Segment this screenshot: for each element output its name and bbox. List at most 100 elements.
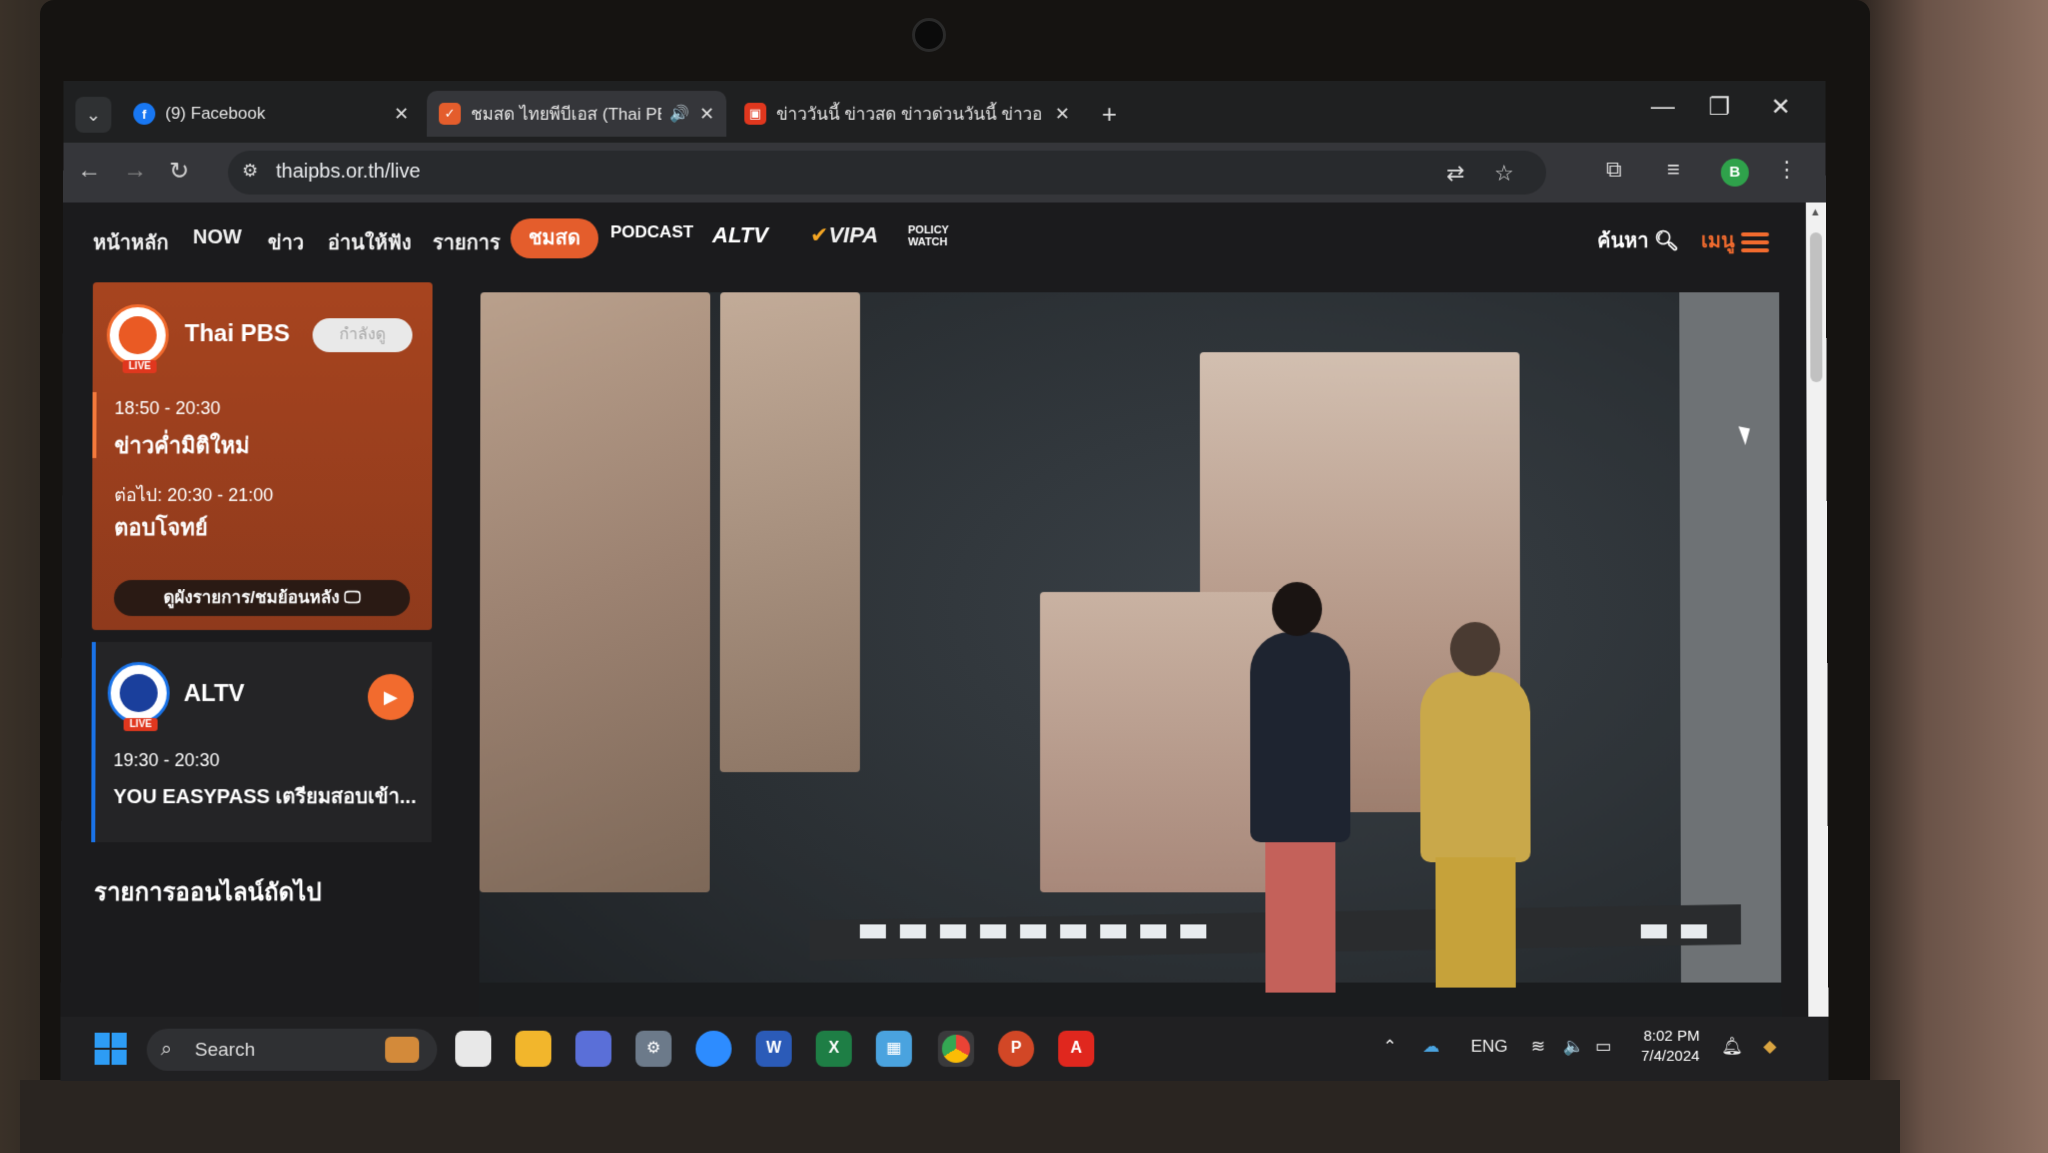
- file-explorer-icon[interactable]: [515, 1030, 552, 1067]
- video-placard: [1140, 924, 1167, 939]
- task-view-icon[interactable]: [455, 1030, 492, 1067]
- site-menu-button[interactable]: เมนู: [1701, 224, 1769, 256]
- forward-icon[interactable]: →: [123, 157, 147, 185]
- settings-icon[interactable]: ⚙: [635, 1030, 672, 1067]
- more-menu-icon[interactable]: ⋮: [1776, 157, 1798, 183]
- channel-name: ALTV: [183, 680, 245, 708]
- tab-title: ชมสด ไทยพีบีเอส (Thai PBS Li: [470, 104, 662, 124]
- zoom-icon[interactable]: [695, 1030, 732, 1067]
- volume-icon[interactable]: 🔈: [1563, 1037, 1584, 1057]
- nav-now[interactable]: NOW: [193, 226, 242, 249]
- laptop-base: [20, 1080, 1900, 1153]
- powerpoint-icon[interactable]: P: [998, 1030, 1035, 1067]
- new-tab-button[interactable]: +: [1102, 99, 1117, 130]
- acrobat-icon[interactable]: A: [1058, 1030, 1095, 1067]
- site-search-link[interactable]: ค้นหา 🔍︎: [1597, 224, 1679, 256]
- excel-icon[interactable]: X: [815, 1030, 852, 1067]
- minimize-icon[interactable]: —: [1651, 93, 1675, 121]
- page-scrollbar[interactable]: ▲ ▼: [1805, 202, 1829, 1081]
- scroll-thumb[interactable]: [1809, 232, 1823, 383]
- tab-title: ข่าววันนี้ ข่าวสด ข่าวด่วนวันนี้ ข่าวอ: [776, 104, 1043, 124]
- windows-start-icon[interactable]: [94, 1032, 127, 1065]
- video-person: [1420, 672, 1531, 863]
- vipa-logo[interactable]: ✔VIPA: [810, 222, 878, 248]
- video-placard: [899, 924, 926, 939]
- policy-watch-logo[interactable]: POLICY WATCH: [908, 224, 988, 248]
- channel-name: Thai PBS: [184, 320, 290, 348]
- video-placard: [1680, 924, 1707, 939]
- tab-news[interactable]: ▣ ข่าววันนี้ ข่าวสด ข่าวด่วนวันนี้ ข่าวอ…: [732, 91, 1081, 137]
- nav-home[interactable]: หน้าหลัก: [93, 226, 169, 258]
- tray-overflow-icon[interactable]: ⌃: [1383, 1037, 1397, 1057]
- speaker-icon[interactable]: 🔊: [669, 104, 689, 124]
- webcam: [912, 18, 946, 52]
- wifi-icon[interactable]: ≋: [1531, 1037, 1545, 1057]
- chrome-icon[interactable]: [937, 1030, 975, 1067]
- windows-taskbar: ⌕ Search ⚙ W X ▦ P A ⌃ ☁ ENG ≋ 🔈 ▭ 8:02 …: [60, 1016, 1829, 1081]
- video-placard: [1060, 924, 1087, 939]
- laptop-screen: ⌄ f (9) Facebook ✕ ✓ ชมสด ไทยพีบีเอส (Th…: [60, 80, 1829, 1081]
- close-icon[interactable]: ✕: [699, 103, 714, 124]
- video-placard: [980, 924, 1007, 939]
- video-wall: [1679, 292, 1782, 1081]
- taskbar-clock[interactable]: 8:02 PM 7/4/2024: [1641, 1027, 1700, 1067]
- search-placeholder: Search: [194, 1039, 256, 1061]
- extensions-icon[interactable]: ⧉: [1606, 157, 1622, 183]
- video-person: [1435, 857, 1516, 988]
- search-icon: 🔍︎: [1654, 230, 1680, 253]
- video-person: [1250, 632, 1351, 843]
- word-icon[interactable]: W: [755, 1030, 792, 1067]
- nav-live-button[interactable]: ชมสด: [510, 218, 599, 259]
- reload-icon[interactable]: ↻: [169, 157, 189, 186]
- restore-icon[interactable]: ❐: [1709, 93, 1731, 122]
- video-placard: [1640, 924, 1667, 939]
- copilot-icon[interactable]: ◆: [1763, 1037, 1776, 1057]
- next-time: ต่อไป: 20:30 - 21:00: [114, 485, 274, 506]
- translate-icon[interactable]: ⇄: [1446, 161, 1464, 187]
- nav-news[interactable]: ข่าว: [268, 226, 304, 258]
- now-time: 18:50 - 20:30: [114, 398, 221, 419]
- onedrive-icon[interactable]: ☁: [1423, 1037, 1440, 1057]
- tab-facebook[interactable]: f (9) Facebook ✕: [121, 91, 421, 137]
- channel-sidebar: LIVE Thai PBS กำลังดู 18:50 - 20:30 ข่าว…: [60, 272, 442, 1081]
- notification-bell-icon[interactable]: 🔔︎: [1721, 1037, 1743, 1057]
- tab-thaipbs-live[interactable]: ✓ ชมสด ไทยพีบีเอส (Thai PBS Li 🔊 ✕: [426, 90, 727, 137]
- browser-toolbar: ← → ↻ ⚙ thaipbs.or.th/live ⇄ ☆ ⧉ ≡ B ⋮: [63, 142, 1826, 203]
- podcast-logo[interactable]: PODCAST: [610, 222, 693, 242]
- site-navigation: หน้าหลัก NOW ข่าว อ่านให้ฟัง รายการ ชมสด…: [62, 202, 1807, 273]
- live-video-player[interactable]: [479, 292, 1782, 1081]
- taskbar-search[interactable]: ⌕ Search: [146, 1028, 438, 1071]
- video-placard: [1180, 924, 1207, 939]
- tab-search-button[interactable]: ⌄: [75, 96, 112, 133]
- store-icon[interactable]: [575, 1030, 612, 1067]
- schedule-button[interactable]: ดูผังรายการ/ชมย้อนหลัง 🖵: [113, 580, 410, 617]
- bookmark-star-icon[interactable]: ☆: [1494, 161, 1514, 187]
- profile-avatar[interactable]: B: [1720, 158, 1749, 187]
- site-info-icon[interactable]: ⚙: [242, 161, 258, 182]
- now-program: ข่าวค่ำมิติใหม่: [114, 433, 250, 459]
- nav-read-aloud[interactable]: อ่านให้ฟัง: [328, 226, 412, 258]
- channel-card-altv[interactable]: LIVE ALTV ▶ 19:30 - 20:30 YOU EASYPASS เ…: [91, 642, 432, 843]
- news-icon: ▣: [744, 102, 767, 125]
- video-person: [1272, 581, 1323, 637]
- upcoming-section-title: รายการออนไลน์ถัดไป: [94, 879, 322, 907]
- battery-icon[interactable]: ▭: [1595, 1037, 1611, 1057]
- clock-date: 7/4/2024: [1641, 1047, 1700, 1065]
- search-highlight-icon: [385, 1036, 420, 1063]
- back-icon[interactable]: ←: [77, 157, 101, 185]
- play-icon[interactable]: ▶: [367, 674, 414, 721]
- close-icon[interactable]: ✕: [394, 103, 409, 124]
- channel-card-thaipbs[interactable]: LIVE Thai PBS กำลังดู 18:50 - 20:30 ข่าว…: [91, 282, 433, 631]
- calculator-icon[interactable]: ▦: [875, 1030, 912, 1067]
- language-indicator[interactable]: ENG: [1471, 1037, 1508, 1057]
- url-text[interactable]: thaipbs.or.th/live: [276, 161, 420, 184]
- media-control-icon[interactable]: ≡: [1667, 157, 1680, 183]
- close-window-icon[interactable]: ✕: [1771, 93, 1791, 122]
- scroll-up-icon[interactable]: ▲: [1810, 206, 1821, 218]
- altv-logo[interactable]: ALTV: [712, 222, 768, 248]
- now-time: 19:30 - 20:30: [113, 750, 220, 771]
- tv-icon: 🖵: [344, 588, 361, 608]
- address-bar[interactable]: ⚙ thaipbs.or.th/live ⇄ ☆: [227, 150, 1547, 195]
- close-icon[interactable]: ✕: [1055, 103, 1070, 124]
- nav-programs[interactable]: รายการ: [433, 226, 501, 258]
